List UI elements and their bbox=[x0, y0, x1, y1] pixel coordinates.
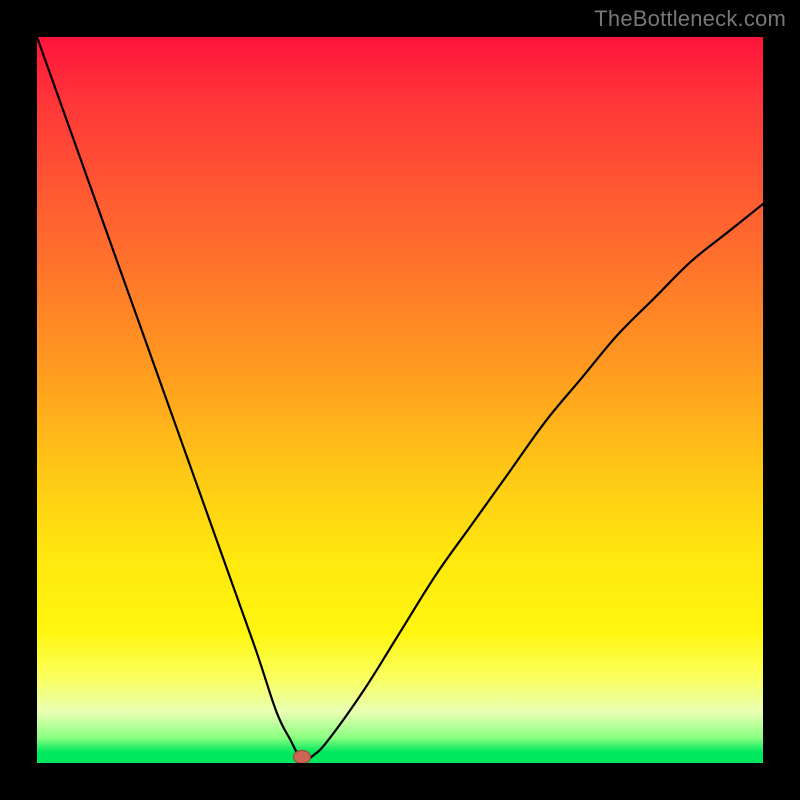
minimum-marker bbox=[293, 751, 310, 764]
bottleneck-curve bbox=[37, 37, 763, 763]
chart-frame: TheBottleneck.com bbox=[0, 0, 800, 800]
curve-svg bbox=[37, 37, 763, 763]
plot-area bbox=[37, 37, 763, 763]
watermark-text: TheBottleneck.com bbox=[594, 6, 786, 32]
